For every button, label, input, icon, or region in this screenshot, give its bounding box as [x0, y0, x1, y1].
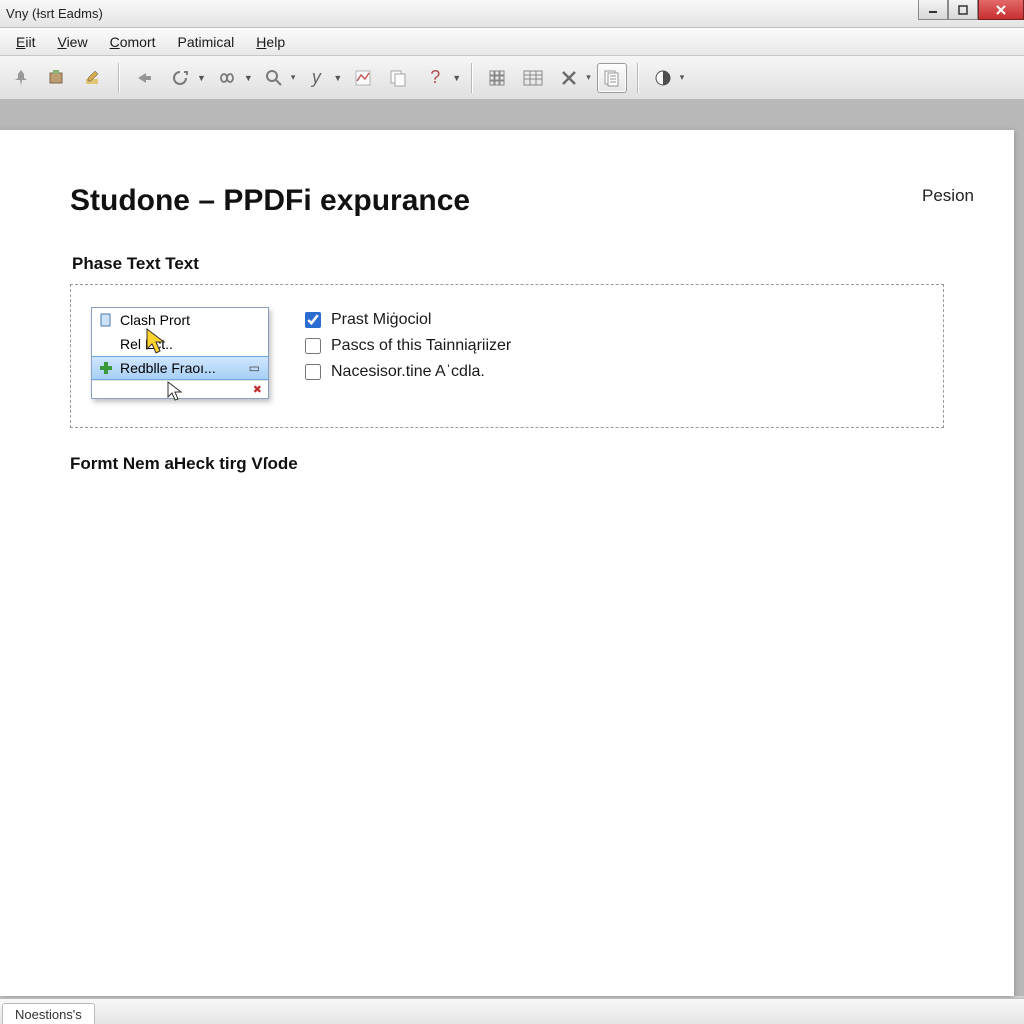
- checkbox-label: Nacesisor.tine Aˈcdla.: [331, 363, 485, 381]
- tool-tack-icon[interactable]: [6, 63, 36, 93]
- tool-edit-icon[interactable]: [78, 63, 108, 93]
- window-title: Vny (Ɨsrt Eadms): [6, 6, 103, 21]
- tool-zoom-dropdown[interactable]: ▾: [259, 63, 296, 93]
- tool-link-dropdown[interactable]: ▼: [212, 63, 253, 93]
- tool-contrast-dropdown[interactable]: ▾: [648, 63, 685, 93]
- tool-grid-icon[interactable]: [482, 63, 512, 93]
- status-bar: Noestions's: [0, 998, 1024, 1024]
- context-menu-item[interactable]: Rel Ect..: [92, 332, 268, 356]
- checkbox-label: Prast Miġociol: [331, 311, 431, 329]
- maximize-button[interactable]: [948, 0, 978, 20]
- toolbar-separator: [118, 63, 119, 93]
- close-button[interactable]: [978, 0, 1024, 20]
- tool-box-icon[interactable]: [42, 63, 72, 93]
- tool-copy-icon[interactable]: [384, 63, 414, 93]
- menu-edit[interactable]: Eiit: [6, 31, 47, 53]
- checkbox-input[interactable]: [305, 312, 321, 328]
- cursor-pointer-icon: [143, 327, 173, 357]
- close-icon: ✖: [253, 383, 262, 396]
- toolbar-separator: [637, 63, 638, 93]
- checkbox-input[interactable]: [305, 364, 321, 380]
- context-menu-label: Clash Prort: [120, 312, 190, 328]
- menu-patimical[interactable]: Patimical: [168, 31, 247, 53]
- tool-y-dropdown[interactable]: y▼: [301, 63, 342, 93]
- page-title: Studone – PPDFi expurance: [70, 184, 944, 218]
- checkbox-label: Pascs of this Tainniąriizer: [331, 337, 511, 355]
- tool-chart-icon[interactable]: [348, 63, 378, 93]
- section-heading: Formt Nem aHeck tirg Vſode: [70, 454, 944, 474]
- menu-bar: Eiit View Comort Patimical Help: [0, 28, 1024, 56]
- plus-icon: [98, 360, 114, 376]
- context-menu-item[interactable]: Clash Prort: [92, 308, 268, 332]
- status-tab[interactable]: Noestions's: [2, 1003, 95, 1024]
- context-menu-label: Redblle Fraoı...: [120, 360, 216, 376]
- toolbar-separator: [471, 63, 472, 93]
- checkbox-option[interactable]: Pascs of this Tainniąriizer: [305, 337, 511, 355]
- cursor-arrow-icon: [167, 381, 183, 401]
- document-icon: [98, 312, 114, 328]
- checkbox-option[interactable]: Nacesisor.tine Aˈcdla.: [305, 363, 511, 381]
- tool-share-icon[interactable]: [129, 63, 159, 93]
- tool-rotate-dropdown[interactable]: ▼: [165, 63, 206, 93]
- workspace: Pesion Studone – PPDFi expurance Phase T…: [0, 100, 1024, 996]
- title-bar: Vny (Ɨsrt Eadms): [0, 0, 1024, 28]
- checkbox-group: Prast Miġociol Pascs of this Tainniąriiz…: [305, 307, 511, 381]
- menu-comort[interactable]: Comort: [100, 31, 168, 53]
- context-menu-item-selected[interactable]: Redblle Fraoı... ▭: [92, 356, 268, 380]
- minimize-button[interactable]: [918, 0, 948, 20]
- tool-table-icon[interactable]: [518, 63, 548, 93]
- menu-help[interactable]: Help: [246, 31, 297, 53]
- window-controls: [918, 0, 1024, 20]
- shortcut-icon: ▭: [249, 361, 260, 375]
- document-page: Pesion Studone – PPDFi expurance Phase T…: [0, 130, 1014, 996]
- checkbox-input[interactable]: [305, 338, 321, 354]
- toolbar: ▼ ▼ ▾ y▼ ?▼ ▾ ▾: [0, 56, 1024, 100]
- corner-label: Pesion: [922, 186, 974, 206]
- tool-delete-dropdown[interactable]: ▾: [554, 63, 591, 93]
- checkbox-option[interactable]: Prast Miġociol: [305, 311, 511, 329]
- menu-view[interactable]: View: [47, 31, 99, 53]
- section-heading: Phase Text Text: [72, 254, 944, 274]
- options-panel: Clash Prort Rel Ect.. Redblle Fraoı... ▭…: [70, 284, 944, 428]
- tool-help-dropdown[interactable]: ?▼: [420, 63, 461, 93]
- tool-document-icon[interactable]: [597, 63, 627, 93]
